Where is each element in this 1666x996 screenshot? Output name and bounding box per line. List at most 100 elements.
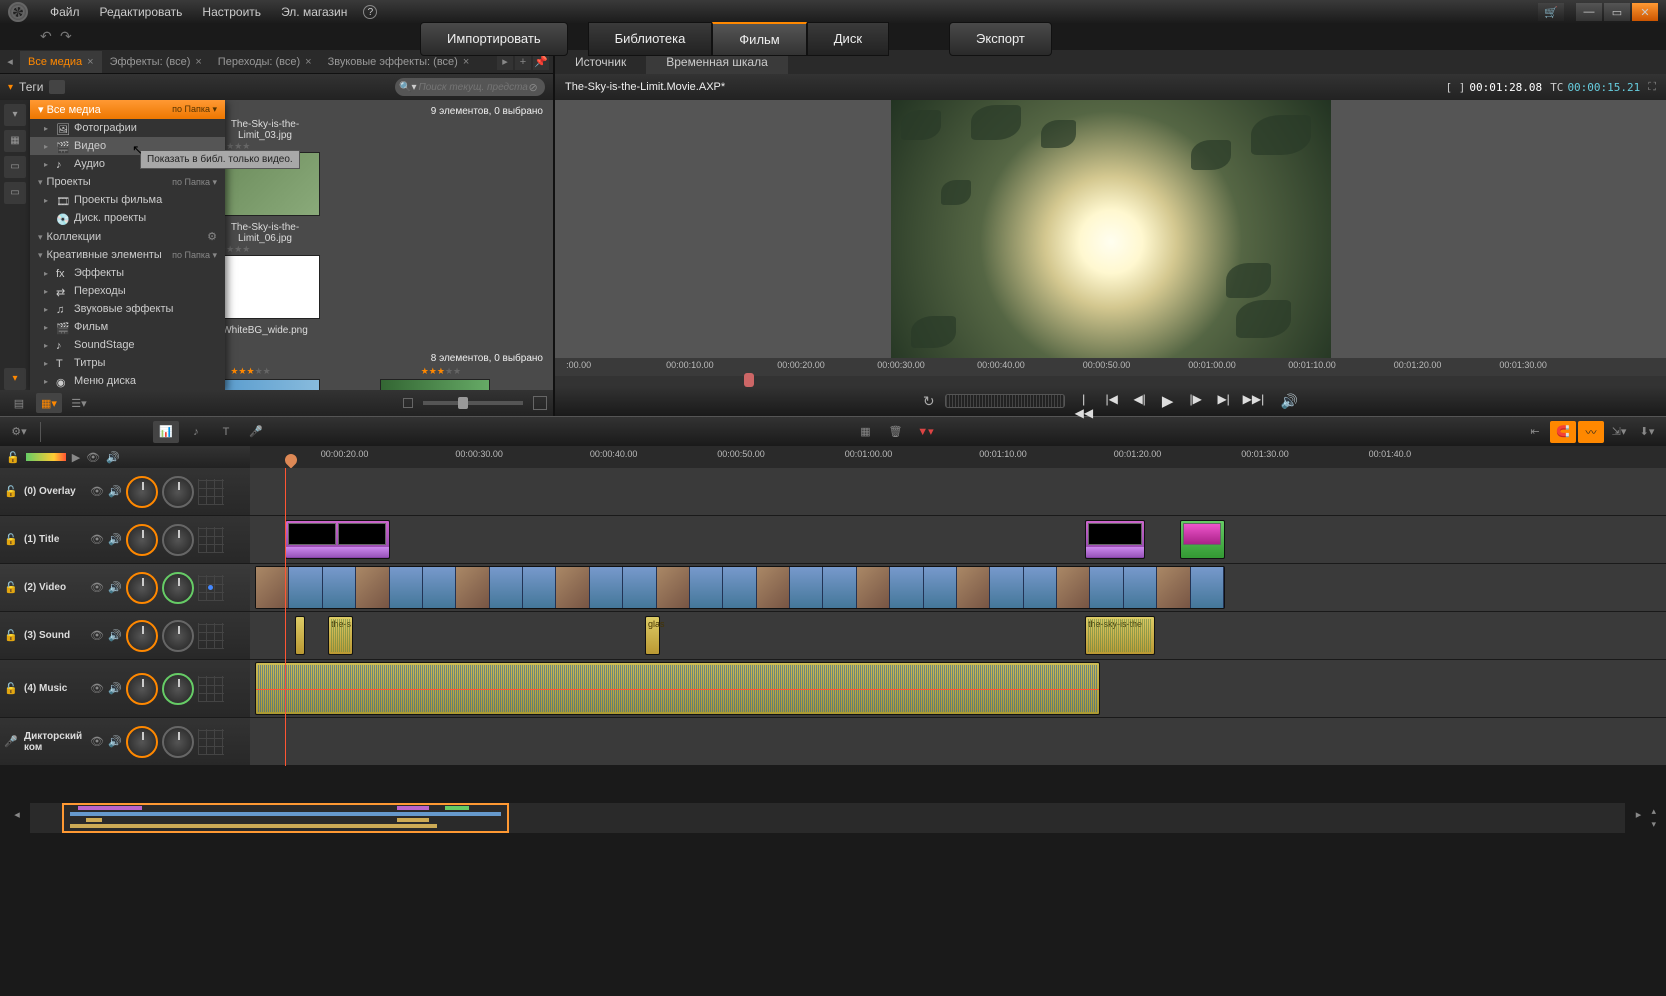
tree-item-sound-fx[interactable]: ▸♫Звуковые эффекты bbox=[30, 300, 225, 318]
play-icon[interactable]: ▶ bbox=[72, 451, 80, 464]
voiceover-button[interactable]: 🎤 bbox=[243, 421, 269, 443]
lock-icon[interactable]: 🔓 bbox=[6, 451, 20, 464]
sidebar-item-icon[interactable]: ▭ bbox=[4, 156, 26, 178]
expand-icon[interactable]: ⛶ bbox=[1648, 81, 1656, 94]
zoom-in-icon[interactable] bbox=[533, 396, 547, 410]
eye-icon[interactable]: 👁 bbox=[86, 451, 100, 464]
sidebar-expand-icon[interactable]: ▾ bbox=[4, 368, 26, 390]
sound-icon[interactable]: 🔊 bbox=[108, 581, 122, 594]
info-view-button[interactable]: ▤ bbox=[6, 393, 32, 413]
track-body[interactable] bbox=[250, 516, 1666, 563]
playhead-marker[interactable] bbox=[283, 452, 300, 469]
redo-button[interactable]: ↷ bbox=[60, 28, 80, 46]
volume-knob[interactable] bbox=[126, 726, 158, 758]
nav-scroll-right[interactable]: ▸ bbox=[1631, 808, 1645, 828]
close-icon[interactable]: × bbox=[305, 56, 311, 68]
pan-knob[interactable] bbox=[162, 524, 194, 556]
tree-item-disc-projects[interactable]: 💿Диск. проекты bbox=[30, 209, 225, 227]
lock-icon[interactable]: 🔓 bbox=[4, 581, 20, 594]
mixer-button[interactable]: 📊 bbox=[153, 421, 179, 443]
eye-icon[interactable]: 👁 bbox=[90, 682, 104, 695]
razor-button[interactable]: ▦ bbox=[853, 421, 879, 443]
navigator-track[interactable] bbox=[30, 803, 1625, 833]
lock-icon[interactable]: 🔓 bbox=[4, 533, 20, 546]
navigator-window[interactable] bbox=[62, 803, 509, 833]
title-clip[interactable] bbox=[1180, 520, 1225, 559]
chevron-down-icon[interactable]: ▾ bbox=[8, 82, 13, 93]
sidebar-item-icon[interactable]: ▭ bbox=[4, 182, 26, 204]
sound-clip[interactable]: the-s bbox=[328, 616, 353, 655]
surround-grid[interactable] bbox=[198, 479, 224, 505]
pan-knob[interactable] bbox=[162, 476, 194, 508]
pan-knob[interactable] bbox=[162, 673, 194, 705]
step-back-button[interactable]: ◀| bbox=[1131, 392, 1149, 410]
tab-export[interactable]: Экспорт bbox=[949, 22, 1052, 56]
volume-knob[interactable] bbox=[126, 476, 158, 508]
sidebar-collapse-icon[interactable]: ▾ bbox=[4, 104, 26, 126]
tree-item-photos[interactable]: ▸🖼Фотографии bbox=[30, 119, 225, 137]
shuttle-control[interactable] bbox=[945, 394, 1065, 408]
tree-header-all-media[interactable]: ▾ Все медиа по Папка ▾ bbox=[30, 100, 225, 119]
scrubber-handle[interactable] bbox=[744, 373, 754, 387]
next-button[interactable]: ▶| bbox=[1215, 392, 1233, 410]
track-body[interactable]: the-s glas the-sky-is-the bbox=[250, 612, 1666, 659]
trash-button[interactable]: 🗑 bbox=[883, 421, 909, 443]
mic-icon[interactable]: 🎤 bbox=[4, 735, 20, 748]
track-body[interactable] bbox=[250, 468, 1666, 515]
surround-grid[interactable] bbox=[198, 729, 224, 755]
tree-item-soundstage[interactable]: ▸♪SoundStage bbox=[30, 336, 225, 354]
lock-icon[interactable]: 🔓 bbox=[4, 629, 20, 642]
viewer-ruler[interactable]: :00.0000:00:10.0000:00:20.0000:00:30.000… bbox=[555, 358, 1666, 376]
surround-grid[interactable] bbox=[198, 575, 224, 601]
close-icon[interactable]: × bbox=[87, 56, 93, 68]
sound-icon[interactable]: 🔊 bbox=[108, 629, 122, 642]
lock-icon[interactable]: 🔓 bbox=[4, 485, 20, 498]
sound-icon[interactable]: 🔊 bbox=[108, 533, 122, 546]
volume-knob[interactable] bbox=[126, 620, 158, 652]
zoom-out-button[interactable]: ▾ bbox=[1651, 819, 1656, 830]
media-thumb[interactable]: WhiteBG_wide.png bbox=[210, 325, 320, 347]
tree-group-creative[interactable]: ▾Креативные элементы по Папка ▾ bbox=[30, 246, 225, 264]
go-end-button[interactable]: ▶▶| bbox=[1243, 392, 1261, 410]
menu-edit[interactable]: Редактировать bbox=[90, 5, 193, 19]
sound-icon[interactable]: 🔊 bbox=[108, 735, 122, 748]
lib-tab-all-media[interactable]: Все медиа × bbox=[20, 51, 102, 73]
pan-knob[interactable] bbox=[162, 620, 194, 652]
tab-movie[interactable]: Фильм bbox=[712, 22, 806, 56]
tree-item-disc-menu[interactable]: ▸◉Меню диска bbox=[30, 372, 225, 390]
track-body[interactable] bbox=[250, 718, 1666, 765]
play-button[interactable]: ▶ bbox=[1159, 392, 1177, 410]
thumb-view-button[interactable]: ▦▾ bbox=[36, 393, 62, 413]
music-clip[interactable] bbox=[255, 662, 1100, 715]
tag-icon[interactable] bbox=[49, 80, 65, 94]
surround-grid[interactable] bbox=[198, 527, 224, 553]
go-start-button[interactable]: |◀◀ bbox=[1075, 392, 1093, 410]
volume-knob[interactable] bbox=[126, 572, 158, 604]
lock-icon[interactable]: 🔓 bbox=[4, 682, 20, 695]
link-button[interactable]: 〰 bbox=[1578, 421, 1604, 443]
tree-item-titles[interactable]: ▸TТитры bbox=[30, 354, 225, 372]
thumbnail-size-slider[interactable] bbox=[423, 401, 523, 405]
window-minimize-button[interactable]: — bbox=[1576, 3, 1602, 21]
tree-item-effects[interactable]: ▸fxЭффекты bbox=[30, 264, 225, 282]
surround-grid[interactable] bbox=[198, 623, 224, 649]
volume-knob[interactable] bbox=[126, 524, 158, 556]
rating-stars[interactable]: ★★★★★ bbox=[210, 244, 320, 255]
title-clip[interactable] bbox=[285, 520, 390, 559]
window-maximize-button[interactable]: ▭ bbox=[1604, 3, 1630, 21]
mode-button[interactable]: ⇲▾ bbox=[1606, 421, 1632, 443]
snap-left-button[interactable]: ⇤ bbox=[1522, 421, 1548, 443]
lib-tab-transitions[interactable]: Переходы: (все) × bbox=[210, 51, 320, 73]
tree-item-transitions[interactable]: ▸⇄Переходы bbox=[30, 282, 225, 300]
tab-library[interactable]: Библиотека bbox=[588, 22, 713, 56]
search-icon[interactable]: 🔍▾ bbox=[399, 82, 416, 93]
tree-group-collections[interactable]: ▾Коллекции ⚙ bbox=[30, 227, 225, 246]
scorefitter-button[interactable]: ♪ bbox=[183, 421, 209, 443]
eye-icon[interactable]: 👁 bbox=[90, 485, 104, 498]
pan-knob[interactable] bbox=[162, 726, 194, 758]
media-thumb[interactable]: The-Sky-is-the-Limit_06.jpg ★★★★★ bbox=[210, 222, 320, 321]
title-clip[interactable] bbox=[1085, 520, 1145, 559]
undo-button[interactable]: ↶ bbox=[40, 28, 60, 46]
clear-search-icon[interactable]: ⊘ bbox=[528, 81, 537, 94]
zoom-out-icon[interactable] bbox=[403, 398, 413, 408]
